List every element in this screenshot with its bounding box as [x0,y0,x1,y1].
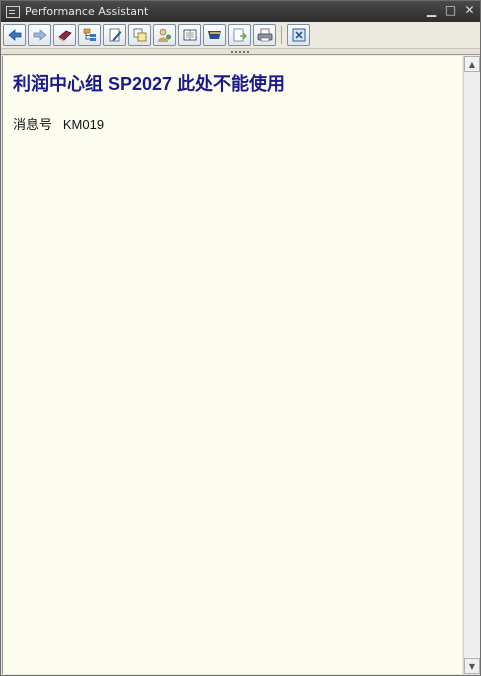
book-icon [57,30,72,42]
maximize-icon[interactable]: □ [444,4,457,17]
app-icon [6,5,20,18]
message-number-value: KM019 [62,117,105,132]
pencil-icon [109,28,121,42]
splitter[interactable] [1,49,480,55]
back-button[interactable] [3,24,26,46]
arrow-up-icon: ▲ [468,59,476,69]
scroll-down-button[interactable]: ▼ [464,658,480,674]
vertical-scrollbar[interactable]: ▲ ▼ [463,56,480,674]
toolbar [1,22,480,49]
document-icon [183,29,196,41]
window-title: Performance Assistant [25,5,149,18]
notes-icon [133,28,146,42]
forward-button[interactable] [28,24,51,46]
toolbar-separator [281,26,282,44]
export-icon [233,28,247,42]
message-heading: 利润中心组 SP2027 此处不能使用 [13,74,286,94]
message-number-label: 消息号 [13,117,53,132]
title-bar[interactable]: Performance Assistant ▁ □ ✕ [1,1,480,22]
edit-button[interactable] [103,24,126,46]
folder-button[interactable] [203,24,226,46]
export-button[interactable] [228,24,251,46]
document-button[interactable] [178,24,201,46]
print-button[interactable] [253,24,276,46]
user-icon [157,28,171,42]
scroll-up-button[interactable]: ▲ [464,56,480,72]
folder-icon [207,31,221,39]
structure-button[interactable] [78,24,101,46]
book-button[interactable] [53,24,76,46]
arrow-right-icon [33,29,47,41]
arrow-left-icon [7,29,21,41]
content-pane: 利润中心组 SP2027 此处不能使用 消息号 KM019 [2,56,462,674]
close-button[interactable] [287,24,310,46]
window-controls: ▁ □ ✕ [425,4,476,17]
printer-icon [257,28,272,42]
close-icon [292,28,305,42]
hierarchy-icon [83,28,96,41]
notes-button[interactable] [128,24,151,46]
performance-assistant-window: Performance Assistant ▁ □ ✕ 利润中心组 SP2027… [0,0,481,676]
minimize-icon[interactable]: ▁ [425,4,438,17]
arrow-down-icon: ▼ [468,661,476,671]
splitter-grip[interactable] [231,51,249,53]
message-number-line: 消息号 KM019 [13,114,104,133]
users-button[interactable] [153,24,176,46]
close-icon[interactable]: ✕ [463,4,476,17]
